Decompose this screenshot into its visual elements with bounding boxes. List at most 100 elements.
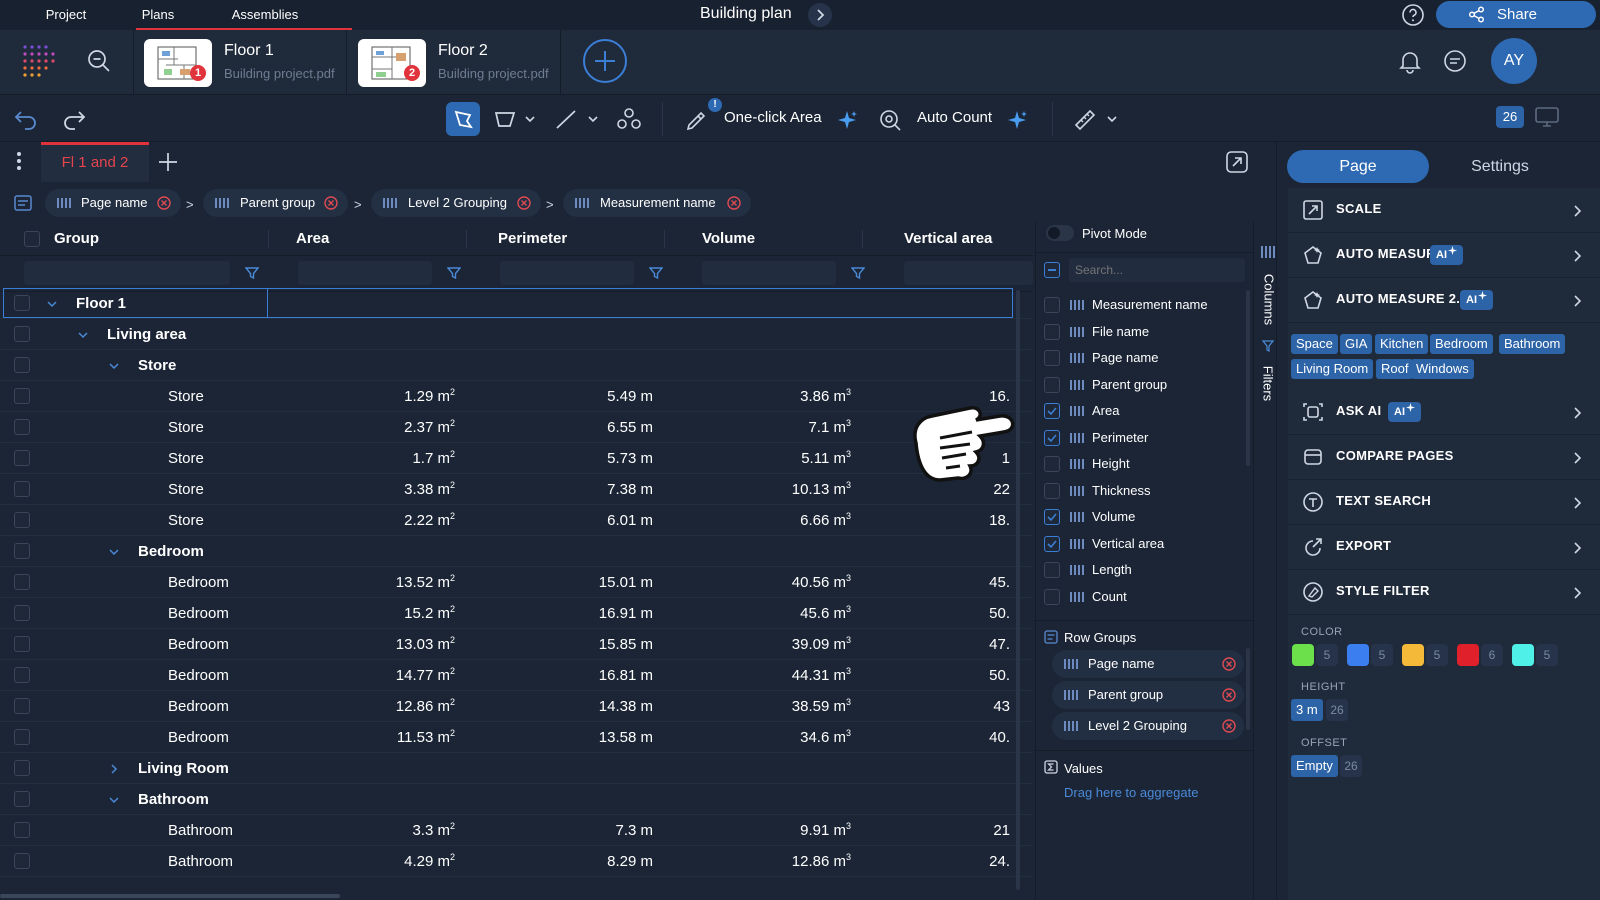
height-value-chip[interactable]: 3 m (1291, 699, 1323, 721)
column-item[interactable]: Measurement name (1044, 292, 1244, 318)
row-group-item[interactable]: Level 2 Grouping (1052, 712, 1244, 740)
tool-item[interactable]: EXPORT (1288, 525, 1600, 570)
tool-item[interactable]: STYLE FILTER (1288, 570, 1600, 615)
column-checkbox[interactable] (1044, 562, 1060, 578)
column-checkbox[interactable] (1044, 297, 1060, 313)
column-item[interactable]: Vertical area (1044, 531, 1244, 557)
chevron-down-icon[interactable] (108, 360, 120, 372)
column-header-perimeter[interactable]: Perimeter (498, 222, 567, 256)
tab-assemblies[interactable]: Assemblies (222, 0, 308, 30)
tool-item[interactable]: TEXT SEARCH (1288, 480, 1600, 525)
chevron-down-icon[interactable] (77, 329, 89, 341)
tab-settings[interactable]: Settings (1429, 150, 1571, 183)
tool-item[interactable]: AUTO MEASURE 2.0 AI (1288, 278, 1600, 323)
polygon-select-tool[interactable] (446, 102, 480, 136)
column-checkbox[interactable] (1044, 429, 1060, 446)
table-row[interactable]: Store 1.7 m2 5.73 m 5.11 m3 1 (0, 443, 1033, 474)
horizontal-scrollbar[interactable] (0, 894, 340, 898)
column-item[interactable]: File name (1044, 319, 1244, 345)
screen-toggle-button[interactable] (1534, 105, 1560, 129)
filter-input-vertical-area[interactable] (904, 261, 1033, 285)
row-checkbox[interactable] (14, 636, 30, 652)
remove-circle-icon[interactable] (1222, 719, 1236, 733)
column-checkbox[interactable] (1044, 350, 1060, 366)
toggle-all-columns-checkbox[interactable] (1044, 262, 1060, 278)
column-item[interactable]: Length (1044, 557, 1244, 583)
table-row[interactable]: Bedroom 15.2 m2 16.91 m 45.6 m3 50. (0, 598, 1033, 629)
tool-item[interactable]: SCALE (1288, 188, 1600, 233)
column-item[interactable]: Thickness (1044, 478, 1244, 504)
remove-circle-icon[interactable] (1222, 688, 1236, 702)
comments-button[interactable] (1442, 48, 1468, 74)
column-checkbox[interactable] (1044, 588, 1060, 605)
sheet-menu-button[interactable] (10, 150, 28, 172)
tag-chip[interactable]: Kitchen (1375, 334, 1429, 354)
column-item[interactable]: Volume (1044, 504, 1244, 530)
remove-circle-icon[interactable] (157, 196, 171, 210)
tool-item[interactable]: COMPARE PAGES (1288, 435, 1600, 480)
remove-circle-icon[interactable] (727, 196, 741, 210)
row-checkbox[interactable] (14, 388, 30, 404)
title-next-button[interactable] (808, 3, 832, 27)
share-button[interactable]: Share (1436, 1, 1596, 28)
row-checkbox[interactable] (14, 605, 30, 621)
auto-count-button[interactable]: Auto Count (872, 102, 1036, 136)
column-checkbox[interactable] (1044, 482, 1060, 499)
offset-value-chip[interactable]: Empty (1291, 755, 1338, 777)
group-row[interactable]: Living Room (0, 753, 1033, 784)
file-card-floor-2[interactable]: 2 Floor 2 Building project.pdf (358, 37, 558, 91)
group-row[interactable]: Bedroom (0, 536, 1033, 567)
notifications-button[interactable] (1397, 48, 1423, 74)
count-tool[interactable] (612, 102, 646, 136)
table-row[interactable]: Bedroom 11.53 m2 13.58 m 34.6 m3 40. (0, 722, 1033, 753)
filter-input-area[interactable] (298, 261, 432, 285)
table-row[interactable]: Bathroom 3.3 m2 7.3 m 9.91 m3 21 (0, 815, 1033, 846)
filter-icon[interactable] (447, 266, 461, 280)
row-group-item[interactable]: Page name (1052, 650, 1244, 678)
group-row[interactable]: Living area (0, 319, 1033, 350)
column-item[interactable]: Perimeter (1044, 425, 1244, 451)
remove-circle-icon[interactable] (324, 196, 338, 210)
help-button[interactable] (1401, 3, 1425, 27)
tool-item[interactable]: ASK AI AI (1288, 390, 1600, 435)
row-checkbox[interactable] (14, 729, 30, 745)
add-file-button[interactable] (582, 38, 628, 84)
group-chip[interactable]: Page name (45, 189, 181, 217)
table-row[interactable]: Store 1.29 m2 5.49 m 3.86 m3 16. (0, 381, 1033, 412)
row-checkbox[interactable] (14, 326, 30, 342)
tag-chip[interactable]: Space (1291, 334, 1338, 354)
app-logo[interactable] (22, 44, 56, 78)
chevron-down-icon[interactable] (108, 794, 120, 806)
filter-input-group[interactable] (24, 261, 230, 285)
column-item[interactable]: Height (1044, 451, 1244, 477)
area-tool[interactable] (488, 102, 540, 136)
tag-chip[interactable]: Living Room (1291, 359, 1374, 379)
tool-item[interactable]: AUTO MEASURE AI (1288, 233, 1600, 278)
sheet-tab-active[interactable]: Fl 1 and 2 (41, 145, 149, 182)
tag-chip[interactable]: Bathroom (1499, 334, 1566, 354)
column-search-input[interactable] (1069, 258, 1245, 282)
table-row[interactable]: Store 2.37 m2 6.55 m 7.1 m3 (0, 412, 1033, 443)
select-all-checkbox[interactable] (24, 231, 40, 247)
column-checkbox[interactable] (1044, 323, 1060, 340)
row-checkbox[interactable] (14, 419, 30, 435)
color-swatch[interactable] (1402, 644, 1424, 666)
tag-chip[interactable]: GIA (1340, 334, 1373, 354)
redo-button[interactable] (60, 105, 88, 133)
color-swatch[interactable] (1512, 644, 1534, 666)
group-row[interactable]: Store (0, 350, 1033, 381)
group-chip[interactable]: Measurement name (563, 189, 751, 217)
table-row[interactable]: Store 2.22 m2 6.01 m 6.66 m3 18. (0, 505, 1033, 536)
column-checkbox[interactable] (1044, 456, 1060, 472)
group-panel-icon-button[interactable] (14, 194, 32, 212)
pivot-mode-toggle[interactable] (1046, 225, 1074, 241)
row-checkbox[interactable] (14, 791, 30, 807)
column-checkbox[interactable] (1044, 535, 1060, 552)
group-row[interactable]: Bathroom (0, 784, 1033, 815)
tab-page[interactable]: Page (1287, 150, 1429, 183)
values-drop-hint[interactable]: Drag here to aggregate (1064, 785, 1198, 800)
group-row[interactable]: Floor 1 (0, 288, 1033, 319)
tag-chip[interactable]: Roof (1376, 359, 1414, 379)
column-header-vertical-area[interactable]: Vertical area (904, 222, 992, 256)
column-checkbox[interactable] (1044, 376, 1060, 393)
